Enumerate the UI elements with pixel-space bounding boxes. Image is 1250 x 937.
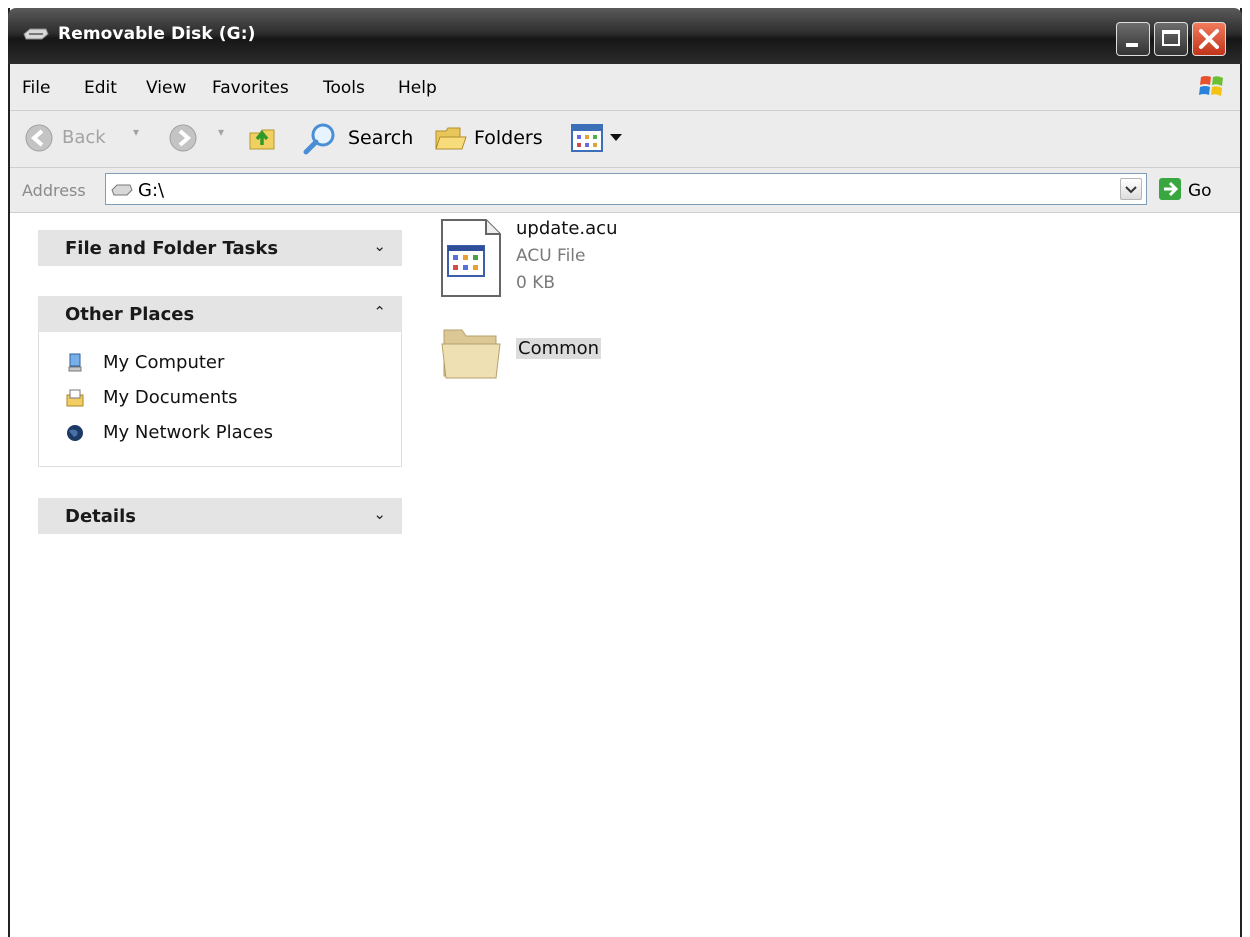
go-arrow-icon xyxy=(1159,178,1181,200)
expand-chevron-icon[interactable]: ⌄ xyxy=(373,505,386,523)
drive-icon xyxy=(110,182,134,201)
folders-button[interactable]: Folders xyxy=(474,127,543,149)
menu-tools[interactable]: Tools xyxy=(323,78,365,98)
address-bar: Address G:\ Go xyxy=(10,168,1240,213)
standard-toolbar: Back ▾ ▾ Search Folders xyxy=(10,111,1240,168)
file-name[interactable]: update.acu xyxy=(516,218,617,239)
search-button[interactable]: Search xyxy=(348,127,413,149)
folder-icon xyxy=(441,329,501,379)
windows-logo-icon xyxy=(1198,72,1226,104)
folder-item-common[interactable] xyxy=(440,324,502,386)
window-title: Removable Disk (G:) xyxy=(58,24,256,44)
maximize-button[interactable] xyxy=(1154,22,1188,56)
documents-icon xyxy=(65,388,85,408)
back-arrow-icon xyxy=(25,124,53,152)
address-label: Address xyxy=(22,181,86,200)
title-bar[interactable]: Removable Disk (G:) xyxy=(8,8,1242,64)
minimize-button[interactable] xyxy=(1116,22,1150,56)
close-button[interactable] xyxy=(1192,22,1226,56)
explorer-window: Removable Disk (G:) File Edit View Favor… xyxy=(8,8,1242,937)
chevron-down-icon xyxy=(1125,186,1137,194)
back-button[interactable] xyxy=(24,123,54,157)
place-my-computer[interactable]: My Computer xyxy=(65,352,224,373)
other-places-header[interactable]: Other Places ⌃ xyxy=(38,296,402,332)
computer-icon xyxy=(65,353,85,373)
other-places-panel: Other Places ⌃ My Computer My Documents … xyxy=(38,296,402,467)
up-folder-button[interactable] xyxy=(246,121,280,159)
place-my-network-places[interactable]: My Network Places xyxy=(65,422,273,443)
file-folder-tasks-header[interactable]: File and Folder Tasks ⌄ xyxy=(38,230,402,266)
menu-bar: File Edit View Favorites Tools Help xyxy=(10,64,1240,111)
details-header[interactable]: Details ⌄ xyxy=(38,498,402,534)
back-label[interactable]: Back xyxy=(62,127,106,148)
forward-button[interactable] xyxy=(168,123,198,157)
search-button-icon-wrap[interactable] xyxy=(302,121,338,161)
place-label: My Network Places xyxy=(103,422,274,443)
address-dropdown-button[interactable] xyxy=(1120,178,1142,200)
menu-edit[interactable]: Edit xyxy=(84,78,117,98)
other-places-title: Other Places xyxy=(65,304,195,325)
place-my-documents[interactable]: My Documents xyxy=(65,387,238,408)
details-title: Details xyxy=(65,506,136,527)
search-icon xyxy=(303,123,335,155)
views-button[interactable] xyxy=(570,123,630,157)
folder-name[interactable]: Common xyxy=(516,338,602,359)
file-type: ACU File xyxy=(516,246,586,266)
back-dropdown-icon[interactable]: ▾ xyxy=(133,125,139,139)
file-folder-tasks-title: File and Folder Tasks xyxy=(65,238,279,259)
folders-icon xyxy=(435,127,467,150)
menu-favorites[interactable]: Favorites xyxy=(212,78,289,98)
forward-arrow-icon xyxy=(169,124,197,152)
up-folder-icon xyxy=(249,129,275,150)
views-icon xyxy=(571,124,622,152)
file-size: 0 KB xyxy=(516,273,556,293)
close-icon xyxy=(1199,29,1219,49)
address-input[interactable]: G:\ xyxy=(105,173,1147,205)
globe-icon xyxy=(65,423,85,443)
place-label: My Computer xyxy=(103,352,225,373)
forward-dropdown-icon[interactable]: ▾ xyxy=(218,125,224,139)
go-label[interactable]: Go xyxy=(1188,181,1212,201)
file-folder-tasks-panel: File and Folder Tasks ⌄ xyxy=(38,230,402,266)
other-places-list: My Computer My Documents My Network Plac… xyxy=(38,332,402,467)
folders-button-icon-wrap[interactable] xyxy=(434,123,468,159)
menu-view[interactable]: View xyxy=(146,78,186,98)
menu-help[interactable]: Help xyxy=(398,78,437,98)
go-button[interactable] xyxy=(1158,177,1182,205)
file-item-update-acu[interactable] xyxy=(440,218,502,302)
address-value: G:\ xyxy=(138,180,165,201)
details-panel: Details ⌄ xyxy=(38,498,402,534)
acu-file-icon xyxy=(441,219,501,297)
removable-drive-icon xyxy=(22,26,50,45)
place-label: My Documents xyxy=(103,387,238,408)
menu-file[interactable]: File xyxy=(22,78,50,98)
expand-chevron-icon[interactable]: ⌄ xyxy=(373,237,386,255)
collapse-chevron-icon[interactable]: ⌃ xyxy=(373,303,386,321)
